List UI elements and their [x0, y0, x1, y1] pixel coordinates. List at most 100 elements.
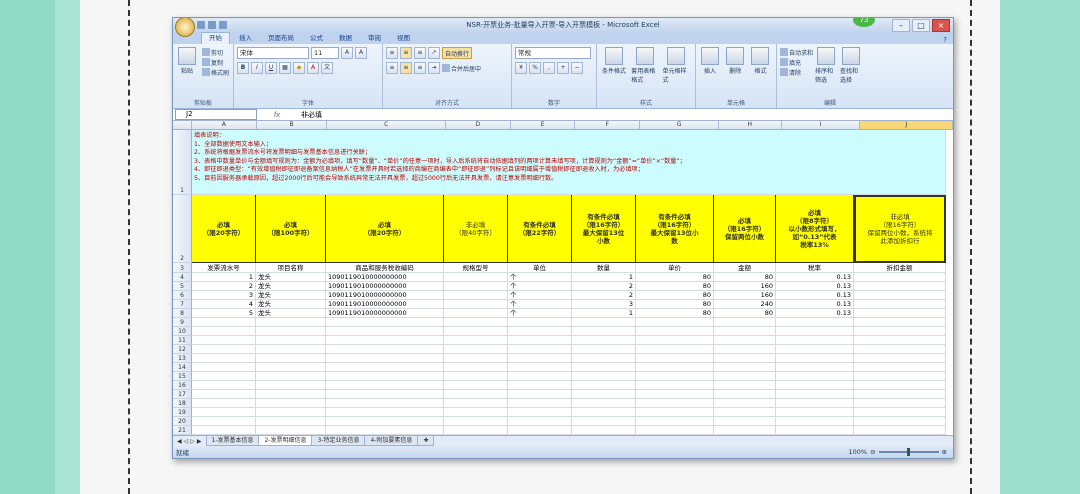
save-icon[interactable] — [197, 21, 205, 29]
empty-cell[interactable] — [326, 372, 444, 381]
empty-cell[interactable] — [256, 390, 326, 399]
cell-item-name[interactable]: 龙头 — [256, 273, 326, 282]
req-cell-e[interactable]: 有条件必填 （限22字符） — [508, 195, 572, 263]
tab-page-layout[interactable]: 页面布局 — [261, 33, 301, 44]
column-header-g[interactable]: G — [640, 121, 719, 129]
select-all-corner[interactable] — [173, 121, 192, 129]
row-header[interactable]: 14 — [173, 363, 192, 372]
insert-cells-button[interactable]: 插入 — [699, 47, 721, 75]
empty-cell[interactable] — [714, 381, 776, 390]
tab-insert[interactable]: 插入 — [232, 33, 259, 44]
cell-spec[interactable] — [444, 282, 508, 291]
empty-cell[interactable] — [256, 318, 326, 327]
cell-amount[interactable]: 160 — [714, 291, 776, 300]
first-sheet-icon[interactable]: ◀ — [177, 438, 182, 445]
zoom-in-icon[interactable]: ⊕ — [942, 448, 947, 456]
empty-cell[interactable] — [854, 327, 946, 336]
field-header-cell[interactable]: 项目名称 — [256, 263, 326, 273]
cell-qty[interactable]: 1 — [572, 273, 636, 282]
empty-cell[interactable] — [256, 381, 326, 390]
empty-cell[interactable] — [636, 354, 714, 363]
column-header-d[interactable]: D — [446, 121, 511, 129]
empty-cell[interactable] — [636, 408, 714, 417]
empty-cell[interactable] — [636, 318, 714, 327]
field-header-cell[interactable]: 单价 — [636, 263, 714, 273]
empty-cell[interactable] — [854, 381, 946, 390]
empty-cell[interactable] — [714, 327, 776, 336]
empty-cell[interactable] — [714, 345, 776, 354]
empty-cell[interactable] — [326, 417, 444, 426]
cell-qty[interactable]: 3 — [572, 300, 636, 309]
field-header-cell[interactable]: 数量 — [572, 263, 636, 273]
row-header[interactable]: 6 — [173, 291, 192, 300]
undo-icon[interactable] — [208, 21, 216, 29]
tab-view[interactable]: 视图 — [390, 33, 417, 44]
empty-cell[interactable] — [326, 354, 444, 363]
cell-invoice-no[interactable]: 1 — [192, 273, 256, 282]
cell-spec[interactable] — [444, 300, 508, 309]
empty-cell[interactable] — [192, 336, 256, 345]
row-header[interactable]: 11 — [173, 336, 192, 345]
row-header[interactable]: 20 — [173, 417, 192, 426]
empty-cell[interactable] — [192, 372, 256, 381]
row-header[interactable]: 5 — [173, 282, 192, 291]
empty-cell[interactable] — [192, 417, 256, 426]
empty-cell[interactable] — [444, 327, 508, 336]
row-header[interactable]: 7 — [173, 300, 192, 309]
field-header-cell[interactable]: 规格型号 — [444, 263, 508, 273]
row-header[interactable]: 10 — [173, 327, 192, 336]
row-header[interactable]: 4 — [173, 273, 192, 282]
cell-qty[interactable]: 1 — [572, 309, 636, 318]
empty-cell[interactable] — [714, 426, 776, 435]
empty-cell[interactable] — [444, 426, 508, 435]
empty-cell[interactable] — [714, 372, 776, 381]
cell-amount[interactable]: 80 — [714, 309, 776, 318]
empty-cell[interactable] — [326, 318, 444, 327]
row-header[interactable]: 15 — [173, 372, 192, 381]
row-header-3[interactable]: 3 — [173, 263, 192, 273]
cell-qty[interactable]: 2 — [572, 291, 636, 300]
empty-cell[interactable] — [776, 381, 854, 390]
cell-tax-code[interactable]: 1090119010000000000 — [326, 273, 444, 282]
cell-tax-code[interactable]: 1090119010000000000 — [326, 291, 444, 300]
column-header-a[interactable]: A — [192, 121, 257, 129]
empty-cell[interactable] — [444, 408, 508, 417]
column-header-i[interactable]: I — [782, 121, 861, 129]
empty-cell[interactable] — [508, 318, 572, 327]
empty-cell[interactable] — [256, 372, 326, 381]
empty-cell[interactable] — [776, 372, 854, 381]
empty-cell[interactable] — [326, 408, 444, 417]
row-header[interactable]: 16 — [173, 381, 192, 390]
format-cells-button[interactable]: 格式 — [749, 47, 771, 75]
empty-cell[interactable] — [444, 354, 508, 363]
cell-invoice-no[interactable]: 2 — [192, 282, 256, 291]
empty-cell[interactable] — [714, 417, 776, 426]
empty-cell[interactable] — [326, 363, 444, 372]
empty-cell[interactable] — [714, 390, 776, 399]
empty-cell[interactable] — [854, 417, 946, 426]
row-header[interactable]: 13 — [173, 354, 192, 363]
close-button[interactable]: × — [932, 19, 950, 32]
format-painter-button[interactable]: 格式刷 — [202, 67, 229, 77]
empty-cell[interactable] — [192, 381, 256, 390]
empty-cell[interactable] — [714, 408, 776, 417]
sheet-tab[interactable]: 1-发票基本信息 — [205, 436, 260, 446]
cell-discount[interactable] — [854, 309, 946, 318]
minimize-button[interactable]: – — [892, 19, 910, 32]
empty-cell[interactable] — [572, 318, 636, 327]
empty-cell[interactable] — [256, 399, 326, 408]
cell-unit[interactable]: 个 — [508, 300, 572, 309]
cell-rate[interactable]: 0.13 — [776, 273, 854, 282]
empty-cell[interactable] — [572, 363, 636, 372]
cell-invoice-no[interactable]: 4 — [192, 300, 256, 309]
empty-cell[interactable] — [444, 318, 508, 327]
empty-cell[interactable] — [776, 363, 854, 372]
empty-cell[interactable] — [572, 426, 636, 435]
empty-cell[interactable] — [776, 399, 854, 408]
empty-cell[interactable] — [776, 318, 854, 327]
empty-cell[interactable] — [444, 345, 508, 354]
font-name-select[interactable]: 宋体 — [237, 47, 309, 59]
format-as-table-button[interactable]: 套用表格格式 — [631, 47, 659, 84]
row-header[interactable]: 19 — [173, 408, 192, 417]
empty-cell[interactable] — [256, 354, 326, 363]
